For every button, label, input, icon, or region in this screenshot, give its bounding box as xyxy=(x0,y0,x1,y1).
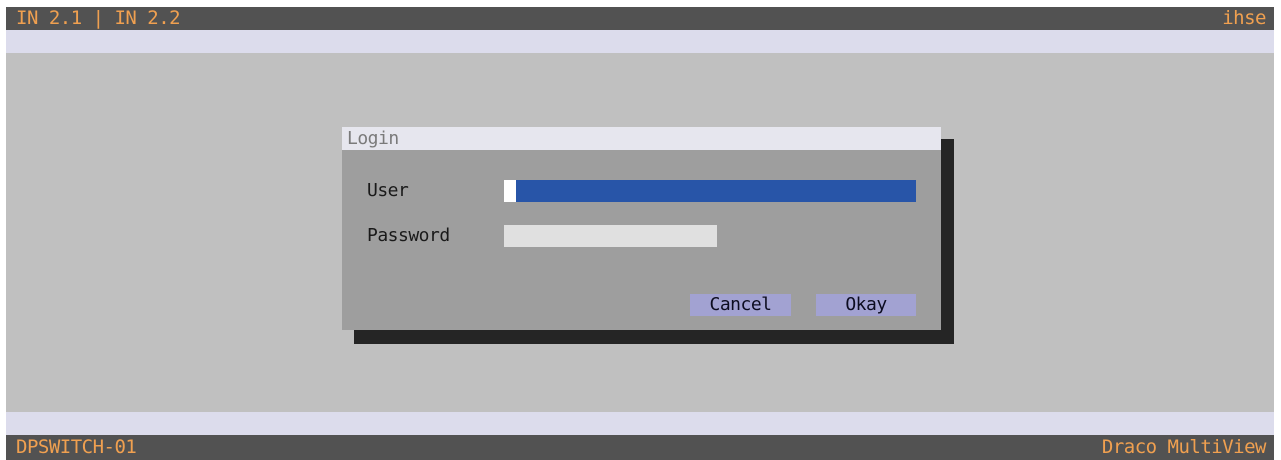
user-input[interactable] xyxy=(504,180,916,202)
password-label: Password xyxy=(367,225,450,246)
osd-screen: IN 2.1 | IN 2.2 ihse Login User Password… xyxy=(6,7,1274,460)
login-dialog-titlebar: Login xyxy=(342,127,941,150)
top-status-bar: IN 2.1 | IN 2.2 ihse xyxy=(6,7,1274,30)
connected-inputs-label: IN 2.1 | IN 2.2 xyxy=(16,7,181,29)
text-cursor xyxy=(504,180,516,202)
bottom-status-bar: DPSWITCH-01 Draco MultiView xyxy=(6,435,1274,460)
brand-label: ihse xyxy=(1222,7,1266,29)
login-dialog: Login User Password Cancel Okay xyxy=(342,127,941,330)
user-label: User xyxy=(367,180,409,201)
product-name-label: Draco MultiView xyxy=(1101,436,1267,458)
top-divider-stripe xyxy=(6,30,1274,53)
device-name-label: DPSWITCH-01 xyxy=(16,436,137,458)
okay-button[interactable]: Okay xyxy=(816,294,916,316)
login-dialog-title: Login xyxy=(347,128,399,149)
bottom-divider-stripe xyxy=(6,412,1274,435)
cancel-button[interactable]: Cancel xyxy=(690,294,791,316)
password-input[interactable] xyxy=(504,225,717,247)
